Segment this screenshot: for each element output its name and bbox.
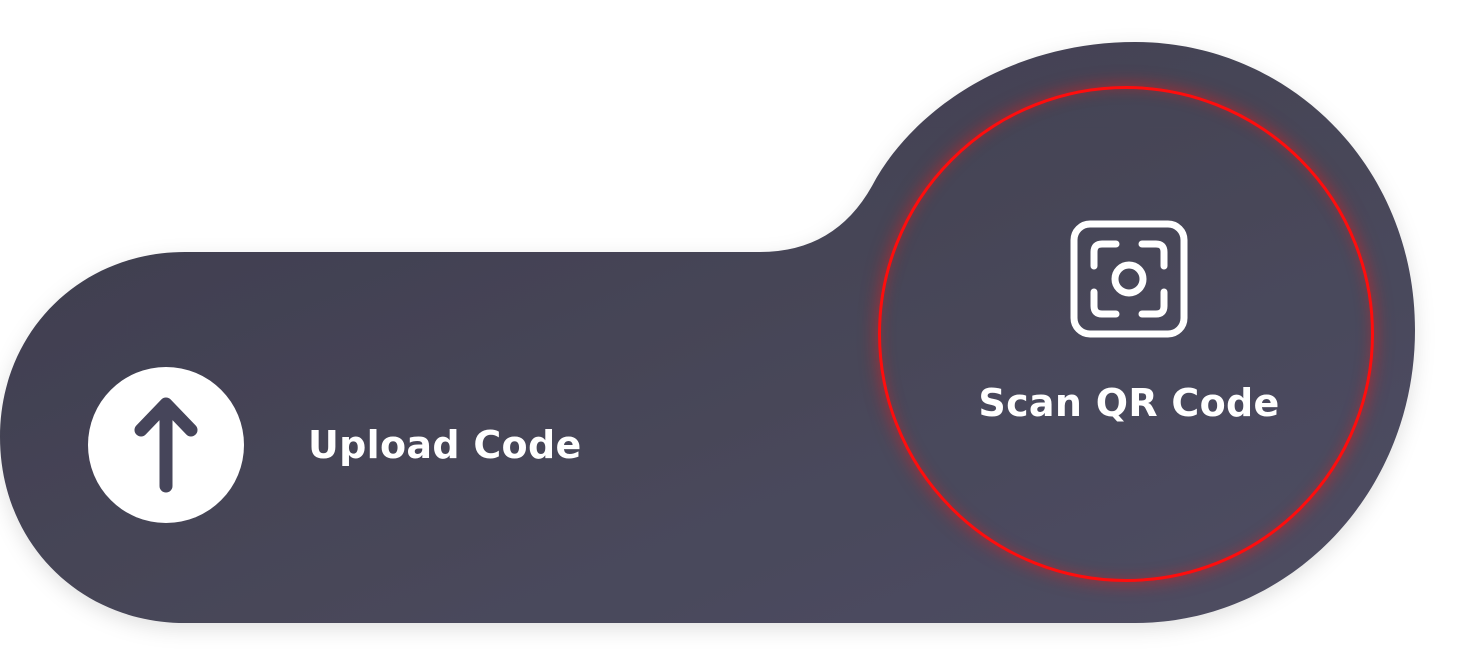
upload-code-button[interactable]: Upload Code bbox=[88, 365, 618, 525]
camera-viewfinder-icon bbox=[1070, 220, 1188, 338]
arrow-up-icon bbox=[134, 397, 198, 493]
upload-code-label: Upload Code bbox=[308, 423, 582, 467]
scan-qr-code-label: Scan QR Code bbox=[978, 381, 1280, 425]
upload-icon-badge bbox=[88, 367, 244, 523]
scan-qr-code-button[interactable]: Scan QR Code bbox=[878, 86, 1374, 582]
code-source-selector: Upload Code Scan QR Code bbox=[0, 0, 1461, 668]
